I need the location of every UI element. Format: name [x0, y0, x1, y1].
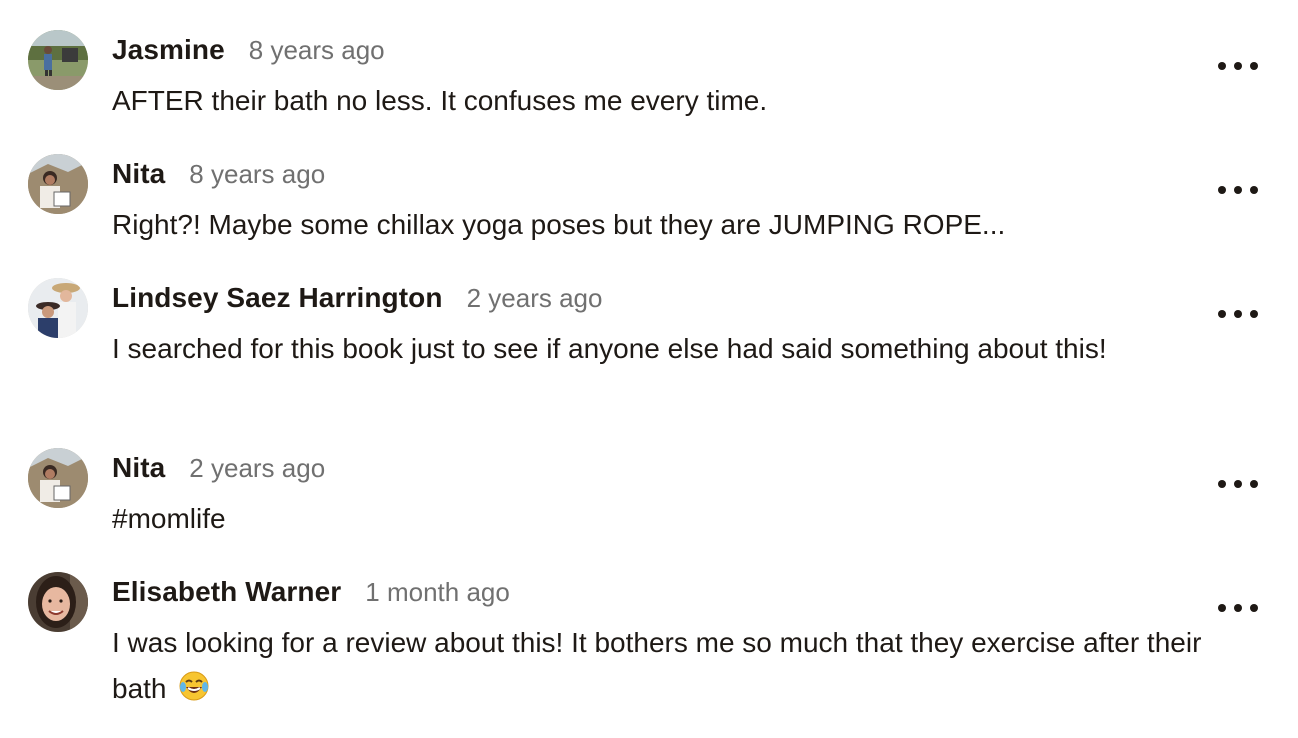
comment-text: I was looking for a review about this! I… [112, 620, 1202, 716]
more-options-icon[interactable] [1218, 598, 1258, 618]
dot [1250, 186, 1258, 194]
more-options-icon[interactable] [1218, 56, 1258, 76]
dot [1234, 480, 1242, 488]
comment-header: Nita 2 years ago [112, 452, 325, 488]
comment-header: Nita 8 years ago [112, 158, 325, 194]
timestamp[interactable]: 1 month ago [365, 577, 510, 608]
dot [1250, 62, 1258, 70]
more-options-icon[interactable] [1218, 474, 1258, 494]
author-name[interactable]: Elisabeth Warner [112, 576, 341, 608]
comment-text: #momlife [112, 503, 226, 534]
comment-text: I searched for this book just to see if … [112, 333, 1107, 364]
author-name[interactable]: Nita [112, 452, 165, 484]
timestamp[interactable]: 8 years ago [189, 159, 325, 190]
dot [1218, 186, 1226, 194]
avatar[interactable] [28, 572, 88, 632]
comment-header: Jasmine 8 years ago [112, 34, 385, 70]
avatar-photo [28, 278, 88, 338]
dot [1218, 310, 1226, 318]
timestamp[interactable]: 2 years ago [189, 453, 325, 484]
avatar[interactable] [28, 278, 88, 338]
avatar-photo [28, 30, 88, 90]
author-name[interactable]: Jasmine [112, 34, 225, 66]
timestamp[interactable]: 2 years ago [467, 283, 603, 314]
timestamp[interactable]: 8 years ago [249, 35, 385, 66]
dot [1218, 480, 1226, 488]
laughing-crying-emoji-icon [178, 670, 210, 716]
more-options-icon[interactable] [1218, 304, 1258, 324]
dot [1250, 480, 1258, 488]
dot [1234, 186, 1242, 194]
comment-text: AFTER their bath no less. It confuses me… [112, 85, 768, 116]
dot [1250, 604, 1258, 612]
comment-header: Elisabeth Warner 1 month ago [112, 576, 510, 612]
comment-text-body: I was looking for a review about this! I… [112, 627, 1202, 704]
author-name[interactable]: Lindsey Saez Harrington [112, 282, 443, 314]
avatar-photo [28, 572, 88, 632]
emoji-graphic [179, 671, 209, 701]
dot [1218, 604, 1226, 612]
dot [1250, 310, 1258, 318]
avatar[interactable] [28, 448, 88, 508]
comment-text: Right?! Maybe some chillax yoga poses bu… [112, 209, 1006, 240]
dot [1234, 604, 1242, 612]
avatar-photo [28, 154, 88, 214]
avatar-photo [28, 448, 88, 508]
dot [1234, 62, 1242, 70]
dot [1218, 62, 1226, 70]
avatar[interactable] [28, 154, 88, 214]
author-name[interactable]: Nita [112, 158, 165, 190]
dot [1234, 310, 1242, 318]
more-options-icon[interactable] [1218, 180, 1258, 200]
comment-header: Lindsey Saez Harrington 2 years ago [112, 282, 602, 318]
avatar[interactable] [28, 30, 88, 90]
